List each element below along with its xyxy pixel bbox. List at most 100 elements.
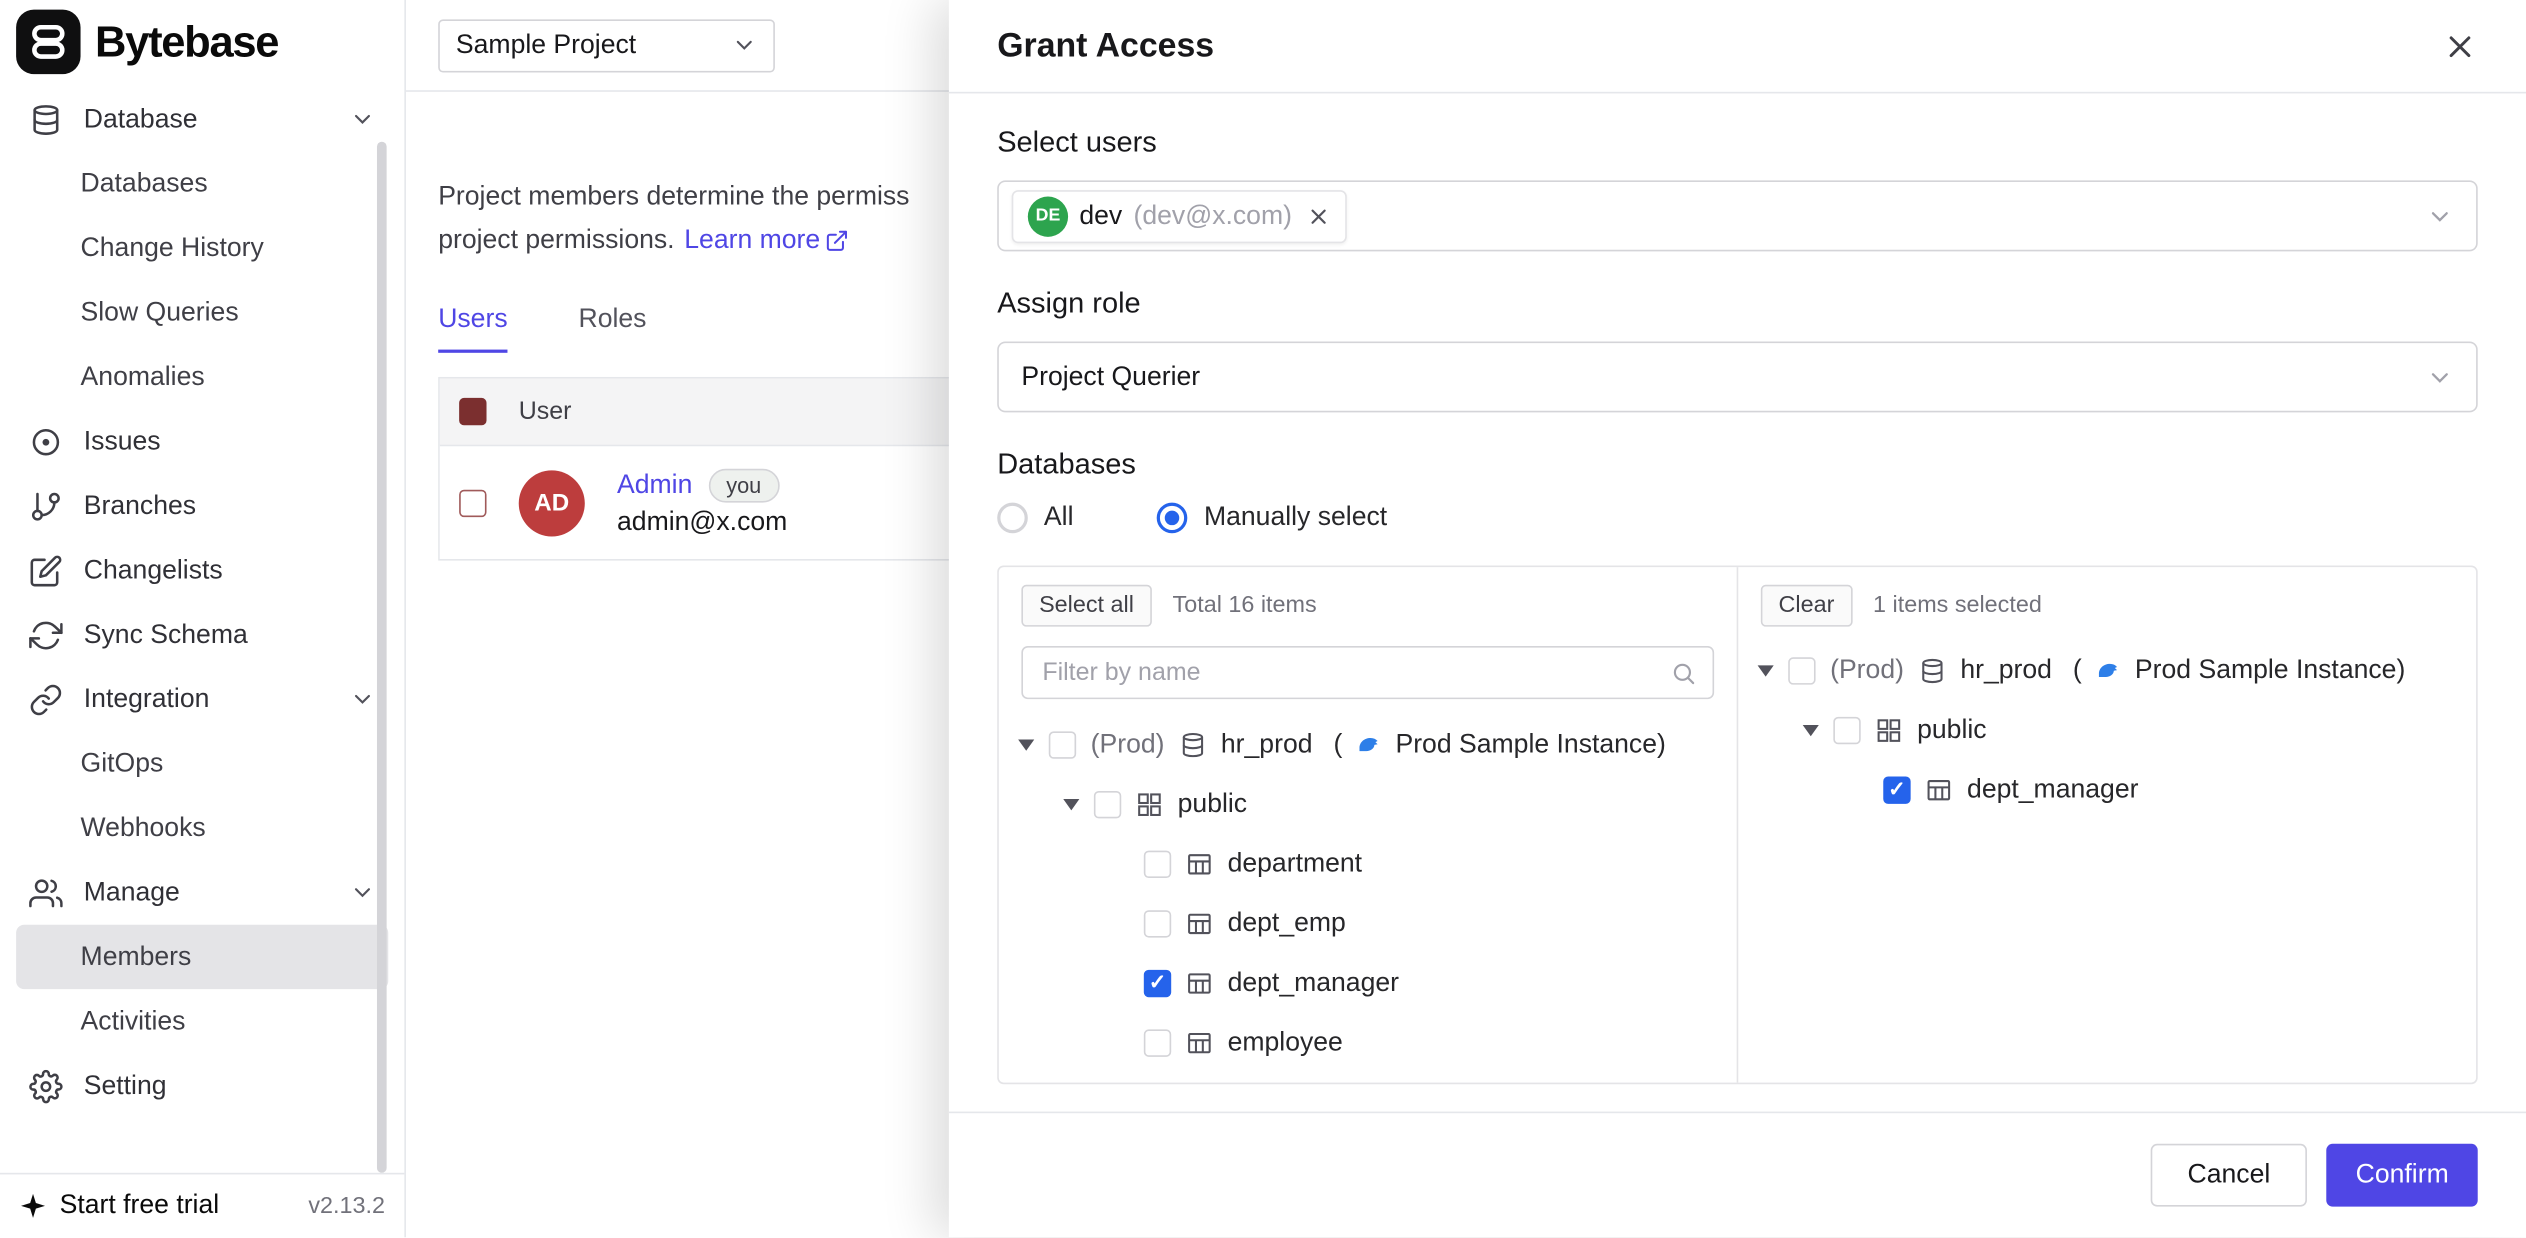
filter-field bbox=[1021, 646, 1714, 699]
chevron-down-icon bbox=[350, 686, 376, 712]
brand[interactable]: Bytebase bbox=[0, 0, 404, 84]
source-pane: Select all Total 16 items (Prod) bbox=[999, 567, 1738, 1083]
tree-expand-caret[interactable] bbox=[1018, 739, 1034, 750]
sidebar-item-database[interactable]: Database bbox=[16, 87, 388, 151]
chevron-down-icon bbox=[350, 106, 376, 132]
project-selector[interactable]: Sample Project bbox=[438, 19, 775, 72]
assign-role-select[interactable]: Project Querier bbox=[997, 342, 2478, 413]
tab-roles[interactable]: Roles bbox=[579, 304, 647, 352]
member-cell: Admin you admin@x.com bbox=[617, 468, 787, 537]
changelist-icon bbox=[29, 553, 63, 587]
scope-manually-select-radio[interactable]: Manually select bbox=[1157, 503, 1387, 534]
scope-all-radio[interactable]: All bbox=[997, 503, 1073, 534]
select-users-input[interactable]: DE dev (dev@x.com) bbox=[997, 180, 2478, 251]
sidebar-item-slow-queries[interactable]: Slow Queries bbox=[16, 280, 388, 344]
tree-checkbox[interactable] bbox=[1144, 970, 1171, 997]
assign-role-value: Project Querier bbox=[1021, 362, 1200, 393]
member-name-link[interactable]: Admin bbox=[617, 470, 692, 501]
tree-expand-caret[interactable] bbox=[1803, 725, 1819, 736]
brand-name: Bytebase bbox=[95, 17, 278, 67]
tree-checkbox[interactable] bbox=[1144, 1029, 1171, 1056]
column-header-user: User bbox=[519, 397, 572, 426]
sidebar-item-change-history[interactable]: Change History bbox=[16, 216, 388, 280]
sidebar-item-label: Issues bbox=[84, 426, 161, 457]
confirm-button[interactable]: Confirm bbox=[2327, 1144, 2478, 1207]
tree-checkbox[interactable] bbox=[1094, 791, 1121, 818]
select-users-label: Select users bbox=[997, 126, 2478, 160]
table-name: dept_manager bbox=[1967, 775, 2138, 806]
gear-icon bbox=[29, 1069, 63, 1103]
filter-input[interactable] bbox=[1039, 656, 1658, 688]
database-scope-options: All Manually select bbox=[997, 503, 2478, 534]
row-checkbox[interactable] bbox=[459, 489, 486, 516]
tree-expand-caret[interactable] bbox=[1063, 799, 1079, 810]
target-tree: (Prod) hr_prod ( Prod Sample Instance) bbox=[1738, 635, 2476, 820]
project-selector-value: Sample Project bbox=[456, 30, 636, 61]
sidebar-item-sync-schema[interactable]: Sync Schema bbox=[16, 603, 388, 667]
tree-checkbox[interactable] bbox=[1788, 657, 1815, 684]
sidebar-item-manage[interactable]: Manage bbox=[16, 860, 388, 924]
table-name: department bbox=[1228, 849, 1362, 880]
environment-label: (Prod) bbox=[1091, 730, 1165, 761]
database-name: hr_prod bbox=[1960, 656, 2052, 687]
learn-more-link[interactable]: Learn more bbox=[684, 219, 849, 262]
cancel-button[interactable]: Cancel bbox=[2150, 1144, 2307, 1207]
tree-expand-caret[interactable] bbox=[1758, 665, 1774, 676]
sidebar-item-anomalies[interactable]: Anomalies bbox=[16, 345, 388, 409]
sidebar-footer: Start free trial v2.13.2 bbox=[0, 1173, 404, 1237]
grant-access-modal: Grant Access Select users DE dev (dev@x.… bbox=[949, 0, 2526, 1237]
database-name: hr_prod bbox=[1221, 730, 1313, 761]
git-branch-icon bbox=[29, 489, 63, 523]
sidebar-item-setting[interactable]: Setting bbox=[16, 1054, 388, 1118]
tree-row-table: dept_emp bbox=[999, 894, 1737, 954]
tree-row-schema: public bbox=[999, 775, 1737, 835]
start-free-trial-button[interactable]: Start free trial bbox=[19, 1191, 219, 1222]
close-icon[interactable] bbox=[2442, 28, 2477, 63]
sidebar-item-webhooks[interactable]: Webhooks bbox=[16, 796, 388, 860]
sidebar-item-activities[interactable]: Activities bbox=[16, 989, 388, 1053]
bytebase-logo-icon bbox=[16, 10, 80, 74]
radio-icon bbox=[1157, 503, 1188, 534]
chevron-down-icon bbox=[350, 880, 376, 906]
user-chip: DE dev (dev@x.com) bbox=[1012, 189, 1347, 242]
sidebar-item-changelists[interactable]: Changelists bbox=[16, 538, 388, 602]
table-icon bbox=[1186, 970, 1213, 997]
total-items-label: Total 16 items bbox=[1173, 593, 1317, 619]
sidebar-scrollbar[interactable] bbox=[377, 142, 387, 1173]
tree-row-database: (Prod) hr_prod ( Prod Sample Instance) bbox=[1738, 641, 2476, 701]
select-all-checkbox[interactable] bbox=[459, 398, 486, 425]
chevron-down-icon bbox=[2426, 202, 2453, 229]
sidebar-item-label: Branches bbox=[84, 491, 196, 522]
sidebar-item-gitops[interactable]: GitOps bbox=[16, 731, 388, 795]
sidebar-item-databases[interactable]: Databases bbox=[16, 151, 388, 215]
tab-users[interactable]: Users bbox=[438, 304, 507, 352]
sidebar-item-branches[interactable]: Branches bbox=[16, 474, 388, 538]
sidebar-item-integration[interactable]: Integration bbox=[16, 667, 388, 731]
screen: Bytebase Database Databases Change Histo… bbox=[0, 0, 2526, 1238]
table-icon bbox=[1186, 851, 1213, 878]
sidebar-item-members[interactable]: Members bbox=[16, 925, 388, 989]
remove-user-icon[interactable] bbox=[1306, 204, 1330, 228]
modal-body: Select users DE dev (dev@x.com) Assign r… bbox=[949, 93, 2526, 1111]
instance-engine-icon bbox=[2096, 659, 2120, 683]
tree-row-schema: public bbox=[1738, 701, 2476, 761]
avatar: AD bbox=[519, 470, 585, 536]
database-icon bbox=[1918, 657, 1945, 684]
issues-icon bbox=[29, 424, 63, 458]
sidebar-nav: Database Databases Change History Slow Q… bbox=[0, 84, 404, 1173]
tree-checkbox[interactable] bbox=[1144, 910, 1171, 937]
sidebar-item-issues[interactable]: Issues bbox=[16, 409, 388, 473]
scope-all-label: All bbox=[1044, 503, 1074, 534]
tree-checkbox[interactable] bbox=[1833, 717, 1860, 744]
tree-checkbox[interactable] bbox=[1883, 777, 1910, 804]
modal-title: Grant Access bbox=[997, 27, 1214, 66]
clear-button[interactable]: Clear bbox=[1761, 585, 1852, 627]
select-all-button[interactable]: Select all bbox=[1021, 585, 1151, 627]
databases-label: Databases bbox=[997, 448, 2478, 482]
you-badge: you bbox=[708, 468, 779, 502]
sync-icon bbox=[29, 618, 63, 652]
tree-checkbox[interactable] bbox=[1049, 731, 1076, 758]
database-icon bbox=[1179, 731, 1206, 758]
paren: ( bbox=[1333, 730, 1342, 761]
tree-checkbox[interactable] bbox=[1144, 851, 1171, 878]
